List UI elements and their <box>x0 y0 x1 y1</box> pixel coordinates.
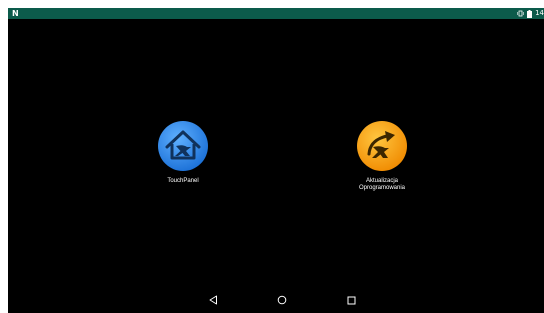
app-label: TouchPanel <box>167 178 199 184</box>
battery-icon <box>527 9 533 18</box>
status-icons: 14 <box>517 8 544 19</box>
recent-apps-icon <box>347 296 355 304</box>
app-update[interactable]: Aktualizacja Oprogramowania <box>332 120 432 192</box>
back-icon <box>209 295 217 305</box>
home-button[interactable] <box>274 292 290 308</box>
navigation-bar <box>8 287 544 313</box>
notification-logo: N <box>12 9 19 18</box>
recent-apps-button[interactable] <box>343 292 359 308</box>
arrow-x-icon <box>357 121 407 171</box>
home-icon <box>277 295 287 305</box>
house-x-icon <box>158 121 208 171</box>
vibrate-icon <box>517 10 524 17</box>
status-time: 14 <box>535 9 544 17</box>
app-label: Aktualizacja Oprogramowania <box>358 178 406 191</box>
device-screen: N 14 TouchPanel Aktualizacja Oprogramowa… <box>8 8 544 313</box>
app-touchpanel[interactable]: TouchPanel <box>133 120 233 185</box>
status-bar: N 14 <box>8 8 544 19</box>
back-button[interactable] <box>205 292 221 308</box>
